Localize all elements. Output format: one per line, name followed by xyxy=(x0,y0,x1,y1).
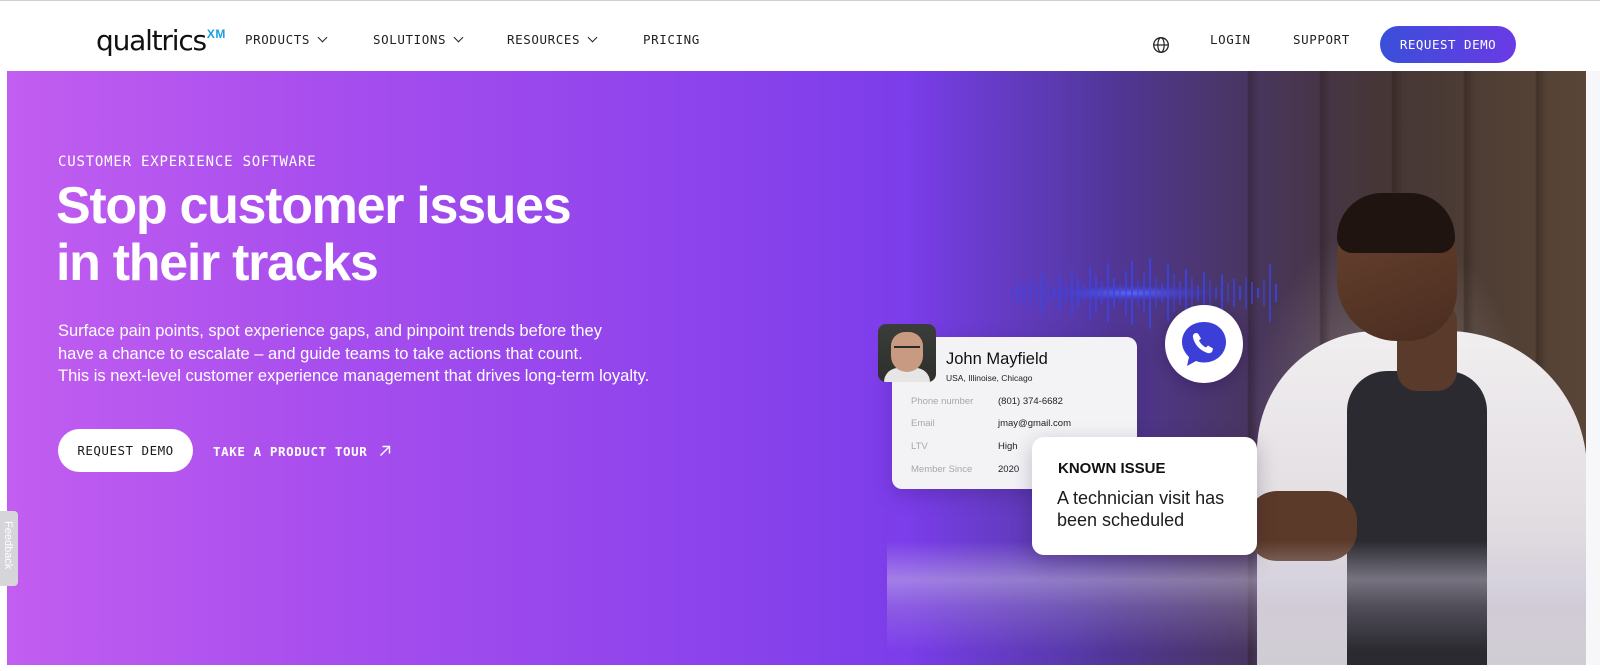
profile-row-key: Phone number xyxy=(911,396,974,407)
woman-hair xyxy=(1337,193,1455,253)
voice-waveform-graphic xyxy=(1011,258,1277,328)
qualtrics-logo[interactable]: qualtrics XM xyxy=(96,23,226,63)
top-navigation: qualtrics XM PRODUCTS SOLUTIONS RESOURCE… xyxy=(0,1,1600,71)
chevron-down-icon xyxy=(587,32,598,42)
customer-location: USA, Illinoise, Chicago xyxy=(946,373,1033,383)
profile-row-key: Email xyxy=(911,418,935,429)
hero-request-demo-button[interactable]: REQUEST DEMO xyxy=(58,429,193,472)
globe-icon[interactable] xyxy=(1152,36,1170,54)
railing-glow xyxy=(887,541,1586,651)
nav-products-label: PRODUCTS xyxy=(245,31,311,47)
avatar-face xyxy=(891,332,923,372)
page-bottom-edge xyxy=(0,665,1600,671)
known-issue-message: A technician visit has been scheduled xyxy=(1057,488,1225,530)
logo-wordmark: qualtrics xyxy=(96,24,207,57)
chevron-down-icon xyxy=(317,32,328,42)
nav-pricing[interactable]: PRICING xyxy=(643,29,700,49)
known-issue-title: KNOWN ISSUE xyxy=(1058,460,1166,477)
profile-row-key: LTV xyxy=(911,441,928,452)
nav-request-demo-button[interactable]: REQUEST DEMO xyxy=(1380,26,1516,63)
product-tour-label: TAKE A PRODUCT TOUR xyxy=(213,443,368,459)
feedback-tab[interactable]: Feedback xyxy=(0,511,18,586)
arrow-up-right-icon xyxy=(380,445,391,456)
phone-call-bubble xyxy=(1165,305,1243,383)
customer-avatar xyxy=(878,324,936,382)
profile-row-value: High xyxy=(998,441,1018,452)
nav-resources[interactable]: RESOURCES xyxy=(507,29,598,49)
avatar-glasses xyxy=(894,346,920,352)
hero-eyebrow: CUSTOMER EXPERIENCE SOFTWARE xyxy=(58,154,317,170)
product-tour-link[interactable]: TAKE A PRODUCT TOUR xyxy=(213,441,391,461)
hero-subtext: Surface pain points, spot experience gap… xyxy=(58,320,758,388)
nav-solutions[interactable]: SOLUTIONS xyxy=(373,29,464,49)
hero-headline-line1: Stop customer issues xyxy=(56,177,572,235)
profile-row-value: jmay@gmail.com xyxy=(998,418,1071,429)
nav-products[interactable]: PRODUCTS xyxy=(245,29,328,49)
login-link[interactable]: LOGIN xyxy=(1210,29,1251,49)
hero-subtext-line1: Surface pain points, spot experience gap… xyxy=(58,322,602,340)
page-right-gutter xyxy=(1586,71,1600,665)
customer-name: John Mayfield xyxy=(946,350,1048,368)
hero-subtext-line2: have a chance to escalate – and guide te… xyxy=(58,344,583,363)
profile-row-value: 2020 xyxy=(998,464,1020,475)
hero-subtext-line3: This is next-level customer experience m… xyxy=(58,367,650,385)
hero-headline-line2: in their tracks xyxy=(56,234,379,292)
chevron-down-icon xyxy=(453,32,464,42)
phone-call-icon xyxy=(1182,322,1226,366)
logo-xm-mark: XM xyxy=(206,27,226,41)
nav-solutions-label: SOLUTIONS xyxy=(373,31,447,47)
profile-row-value: (801) 374-6682 xyxy=(998,396,1063,407)
hero-headline: Stop customer issues in their tracks xyxy=(56,178,756,292)
profile-row-key: Member Since xyxy=(911,464,973,475)
nav-resources-label: RESOURCES xyxy=(507,31,581,47)
feedback-tab-label: Feedback xyxy=(2,521,14,570)
support-link[interactable]: SUPPORT xyxy=(1293,29,1350,49)
nav-pricing-label: PRICING xyxy=(643,31,700,47)
